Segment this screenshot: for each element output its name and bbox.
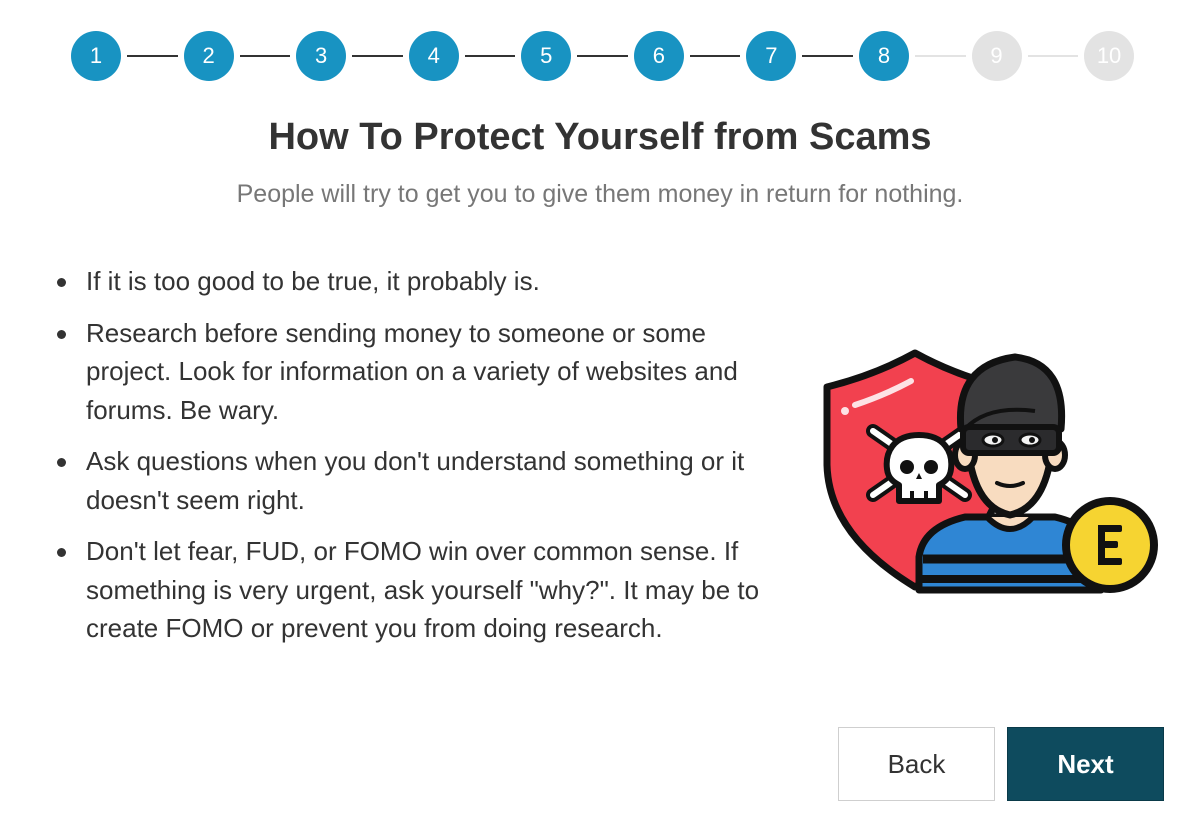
step-3[interactable]: 3: [296, 31, 347, 81]
skull-icon: [883, 432, 955, 504]
step-7[interactable]: 7: [746, 31, 797, 81]
step-5[interactable]: 5: [521, 31, 572, 81]
coin-icon: [1062, 497, 1158, 593]
bullet-dot-icon: [57, 458, 66, 467]
next-button[interactable]: Next: [1007, 727, 1164, 801]
step-connector: [577, 55, 628, 57]
list-item-text: Ask questions when you don't understand …: [86, 446, 745, 515]
step-connector: [1027, 55, 1079, 57]
step-10: 10: [1084, 31, 1135, 81]
page-title: How To Protect Yourself from Scams: [268, 116, 932, 158]
step-connector: [914, 55, 966, 57]
step-4[interactable]: 4: [408, 31, 459, 81]
step-connector: [802, 55, 853, 57]
step-connector: [127, 55, 178, 57]
step-2[interactable]: 2: [183, 31, 234, 81]
page-subtitle: People will try to get you to give them …: [236, 180, 964, 208]
step-connector: [464, 55, 516, 57]
list-item: Ask questions when you don't understand …: [52, 442, 772, 519]
step-6[interactable]: 6: [633, 31, 684, 81]
back-button[interactable]: Back: [838, 727, 995, 801]
step-connector: [689, 55, 741, 57]
list-item: Don't let fear, FUD, or FOMO win over co…: [52, 532, 772, 648]
step-connector: [352, 55, 403, 57]
list-item: Research before sending money to someone…: [52, 314, 772, 430]
bullet-dot-icon: [57, 329, 66, 339]
step-connector: [239, 55, 291, 57]
bullet-dot-icon: [57, 548, 66, 557]
list-item-text: Research before sending money to someone…: [86, 317, 738, 425]
list-item-text: If it is too good to be true, it probabl…: [86, 266, 540, 296]
tips-list: If it is too good to be true, it probabl…: [52, 262, 772, 661]
bullet-dot-icon: [57, 278, 66, 287]
step-8[interactable]: 8: [858, 31, 909, 81]
step-9: 9: [971, 31, 1022, 81]
scammer-shield-skull-coin-icon: [823, 349, 1158, 594]
list-item: If it is too good to be true, it probabl…: [52, 262, 772, 301]
step-1[interactable]: 1: [71, 31, 121, 81]
page: 1 2 3 4 5 6 7 8 9 10 How To Protect Your…: [0, 0, 1200, 817]
list-item-text: Don't let fear, FUD, or FOMO win over co…: [86, 536, 760, 643]
progress-stepper: 1 2 3 4 5 6 7 8 9 10: [71, 31, 1135, 81]
